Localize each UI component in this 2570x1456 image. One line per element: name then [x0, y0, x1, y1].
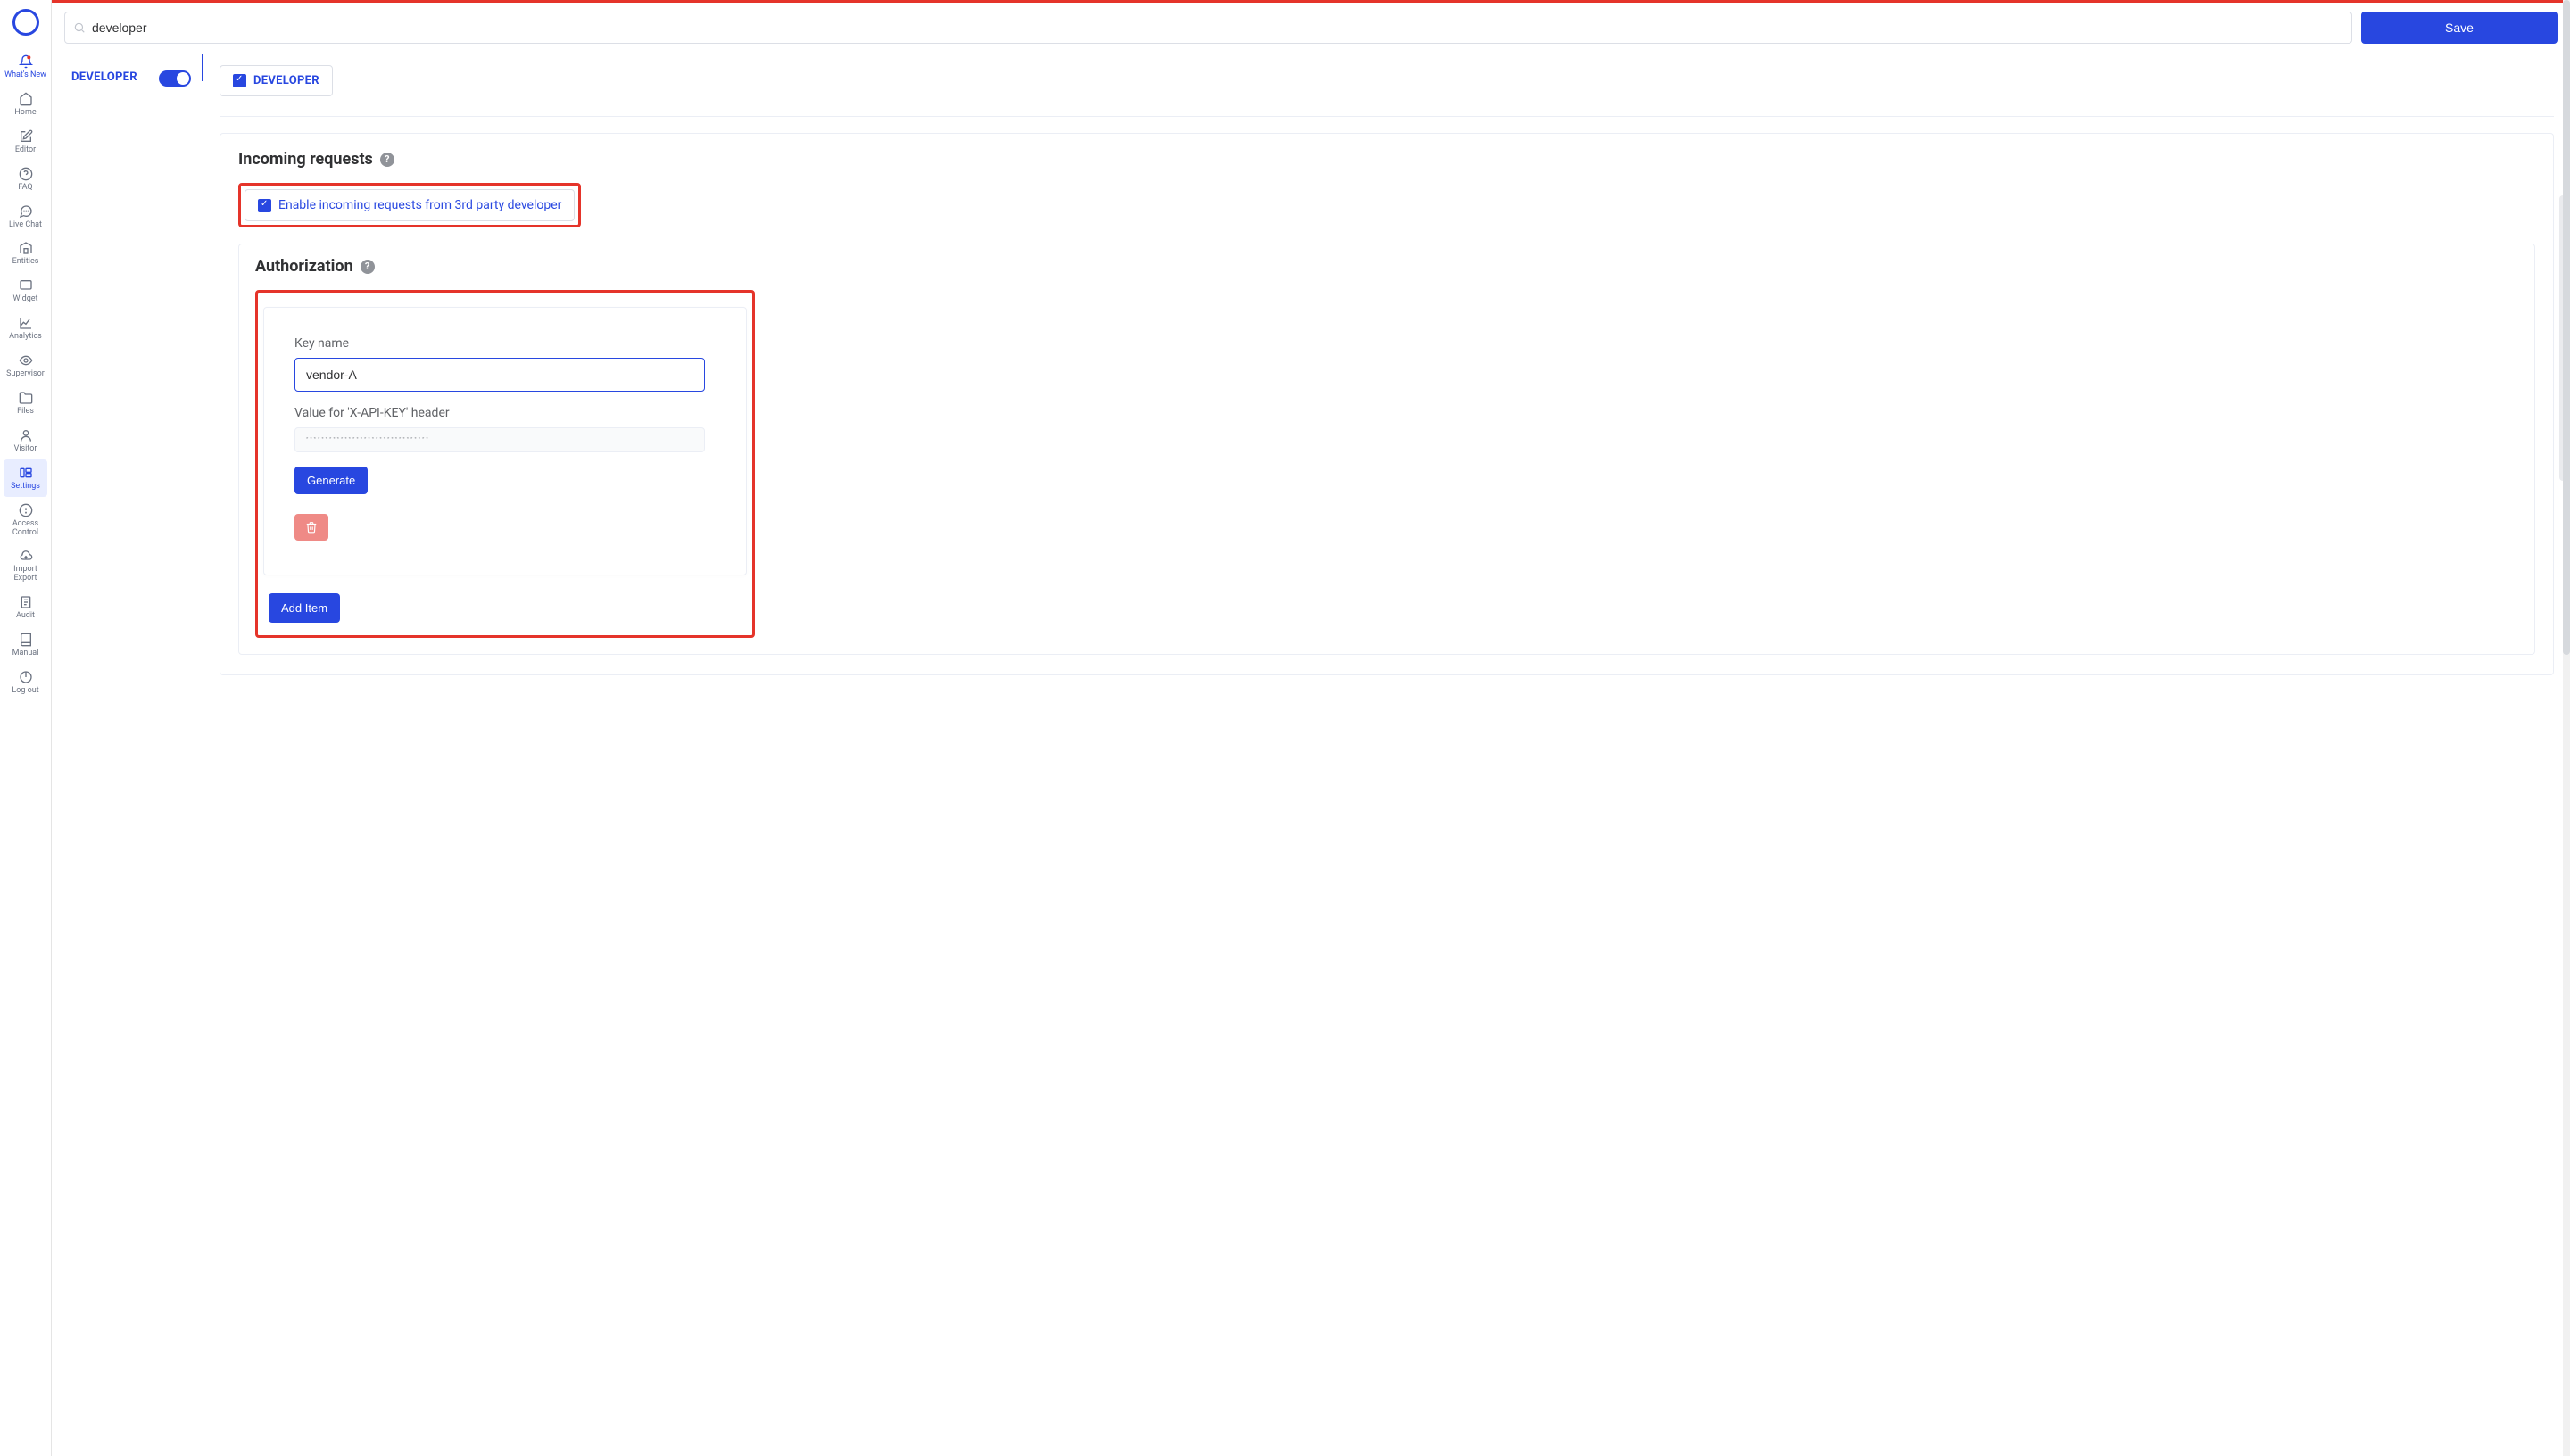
left-panel: DEVELOPER	[52, 54, 203, 81]
rail-label: Editor	[15, 146, 36, 155]
rail-label: FAQ	[18, 184, 32, 193]
key-name-label: Key name	[294, 336, 716, 351]
rail-visitor[interactable]: Visitor	[0, 422, 51, 459]
rail-faq[interactable]: FAQ	[0, 161, 51, 198]
settings-icon	[18, 465, 34, 481]
home-icon	[18, 91, 34, 107]
faq-icon	[18, 166, 34, 182]
analytics-icon	[18, 315, 34, 331]
rail-supervisor[interactable]: Supervisor	[0, 347, 51, 385]
key-name-input[interactable]	[294, 358, 705, 392]
supervisor-icon	[18, 352, 34, 368]
app-logo	[12, 9, 39, 36]
rail-live-chat[interactable]: Live Chat	[0, 198, 51, 236]
authorization-section: Authorization ? Key name	[238, 244, 2535, 655]
rail-settings[interactable]: Settings	[4, 459, 47, 497]
api-key-input	[294, 427, 705, 452]
rail-label: Manual	[12, 649, 39, 658]
rail-widget[interactable]: Widget	[0, 272, 51, 310]
rail-label: Audit	[16, 612, 35, 621]
outer-scrollbar-track	[2563, 0, 2570, 1456]
rail-audit[interactable]: Audit	[0, 589, 51, 626]
sidebar-rail: What's New Home Editor FAQ Live Chat Ent…	[0, 0, 52, 1456]
rail-access-control[interactable]: Access Control	[0, 497, 51, 543]
topbar: Save	[52, 3, 2570, 53]
access-icon	[18, 502, 34, 518]
main-area: Save DEVELOPER DEVELOPER Incoming reques…	[52, 0, 2570, 1456]
rail-label: Entities	[12, 258, 39, 267]
chat-icon	[18, 203, 34, 219]
audit-icon	[18, 594, 34, 610]
help-icon[interactable]: ?	[380, 153, 394, 167]
highlight-authorization: Key name Value for 'X-API-KEY' header Ge…	[255, 290, 755, 638]
trash-icon	[305, 521, 318, 534]
help-icon[interactable]: ?	[361, 260, 375, 274]
rail-whats-new[interactable]: What's New	[0, 48, 51, 86]
rail-label: Supervisor	[6, 370, 45, 379]
enable-incoming-label: Enable incoming requests from 3rd party …	[278, 198, 561, 212]
rail-label: Files	[17, 408, 34, 417]
api-key-label: Value for 'X-API-KEY' header	[294, 406, 716, 420]
entities-icon	[18, 240, 34, 256]
developer-toggle[interactable]	[159, 70, 191, 87]
outer-scrollbar-thumb[interactable]	[2563, 0, 2570, 655]
editor-icon	[18, 128, 34, 145]
visitor-icon	[18, 427, 34, 443]
logout-icon	[18, 669, 34, 685]
rail-manual[interactable]: Manual	[0, 626, 51, 664]
developer-chip-checkbox[interactable]	[233, 74, 246, 87]
bell-icon	[18, 54, 34, 70]
rail-editor[interactable]: Editor	[0, 123, 51, 161]
manual-icon	[18, 632, 34, 648]
delete-button[interactable]	[294, 514, 328, 541]
rail-label: What's New	[4, 71, 46, 80]
rail-entities[interactable]: Entities	[0, 235, 51, 272]
rail-label: Import Export	[2, 566, 49, 583]
rail-label: Home	[14, 109, 36, 118]
save-button[interactable]: Save	[2361, 12, 2558, 44]
rail-label: Access Control	[2, 520, 49, 538]
rail-import-export[interactable]: Import Export	[0, 542, 51, 589]
search-icon	[73, 21, 86, 34]
authorization-title-row: Authorization ?	[255, 257, 2518, 276]
search-wrap	[64, 12, 2352, 44]
rail-analytics[interactable]: Analytics	[0, 310, 51, 347]
rail-home[interactable]: Home	[0, 86, 51, 123]
rail-label: Analytics	[9, 333, 42, 342]
left-panel-label: DEVELOPER	[71, 70, 137, 84]
authorization-title: Authorization	[255, 257, 353, 276]
auth-card: Key name Value for 'X-API-KEY' header Ge…	[263, 307, 747, 575]
import-icon	[18, 548, 34, 564]
files-icon	[18, 390, 34, 406]
rail-label: Settings	[11, 483, 40, 492]
body: DEVELOPER DEVELOPER Incoming requests ?	[52, 53, 2570, 1456]
divider	[220, 116, 2554, 117]
add-item-button[interactable]: Add Item	[269, 593, 340, 623]
developer-chip-label: DEVELOPER	[253, 74, 319, 87]
enable-incoming-chip[interactable]: Enable incoming requests from 3rd party …	[245, 189, 575, 221]
incoming-card: Incoming requests ? Enable incoming requ…	[220, 133, 2554, 675]
incoming-title-row: Incoming requests ?	[238, 150, 2535, 169]
rail-files[interactable]: Files	[0, 385, 51, 422]
rail-label: Widget	[12, 295, 37, 304]
incoming-title: Incoming requests	[238, 150, 373, 169]
widget-icon	[18, 277, 34, 294]
rail-label: Visitor	[14, 445, 37, 454]
rail-label: Log out	[12, 687, 38, 696]
developer-chip[interactable]: DEVELOPER	[220, 65, 333, 96]
search-input[interactable]	[64, 12, 2352, 44]
enable-incoming-checkbox[interactable]	[258, 199, 271, 212]
generate-button[interactable]: Generate	[294, 467, 368, 494]
content: DEVELOPER Incoming requests ? Enable inc…	[203, 53, 2570, 1456]
rail-label: Live Chat	[9, 221, 42, 230]
highlight-enable-incoming: Enable incoming requests from 3rd party …	[238, 183, 581, 228]
rail-log-out[interactable]: Log out	[0, 664, 51, 701]
